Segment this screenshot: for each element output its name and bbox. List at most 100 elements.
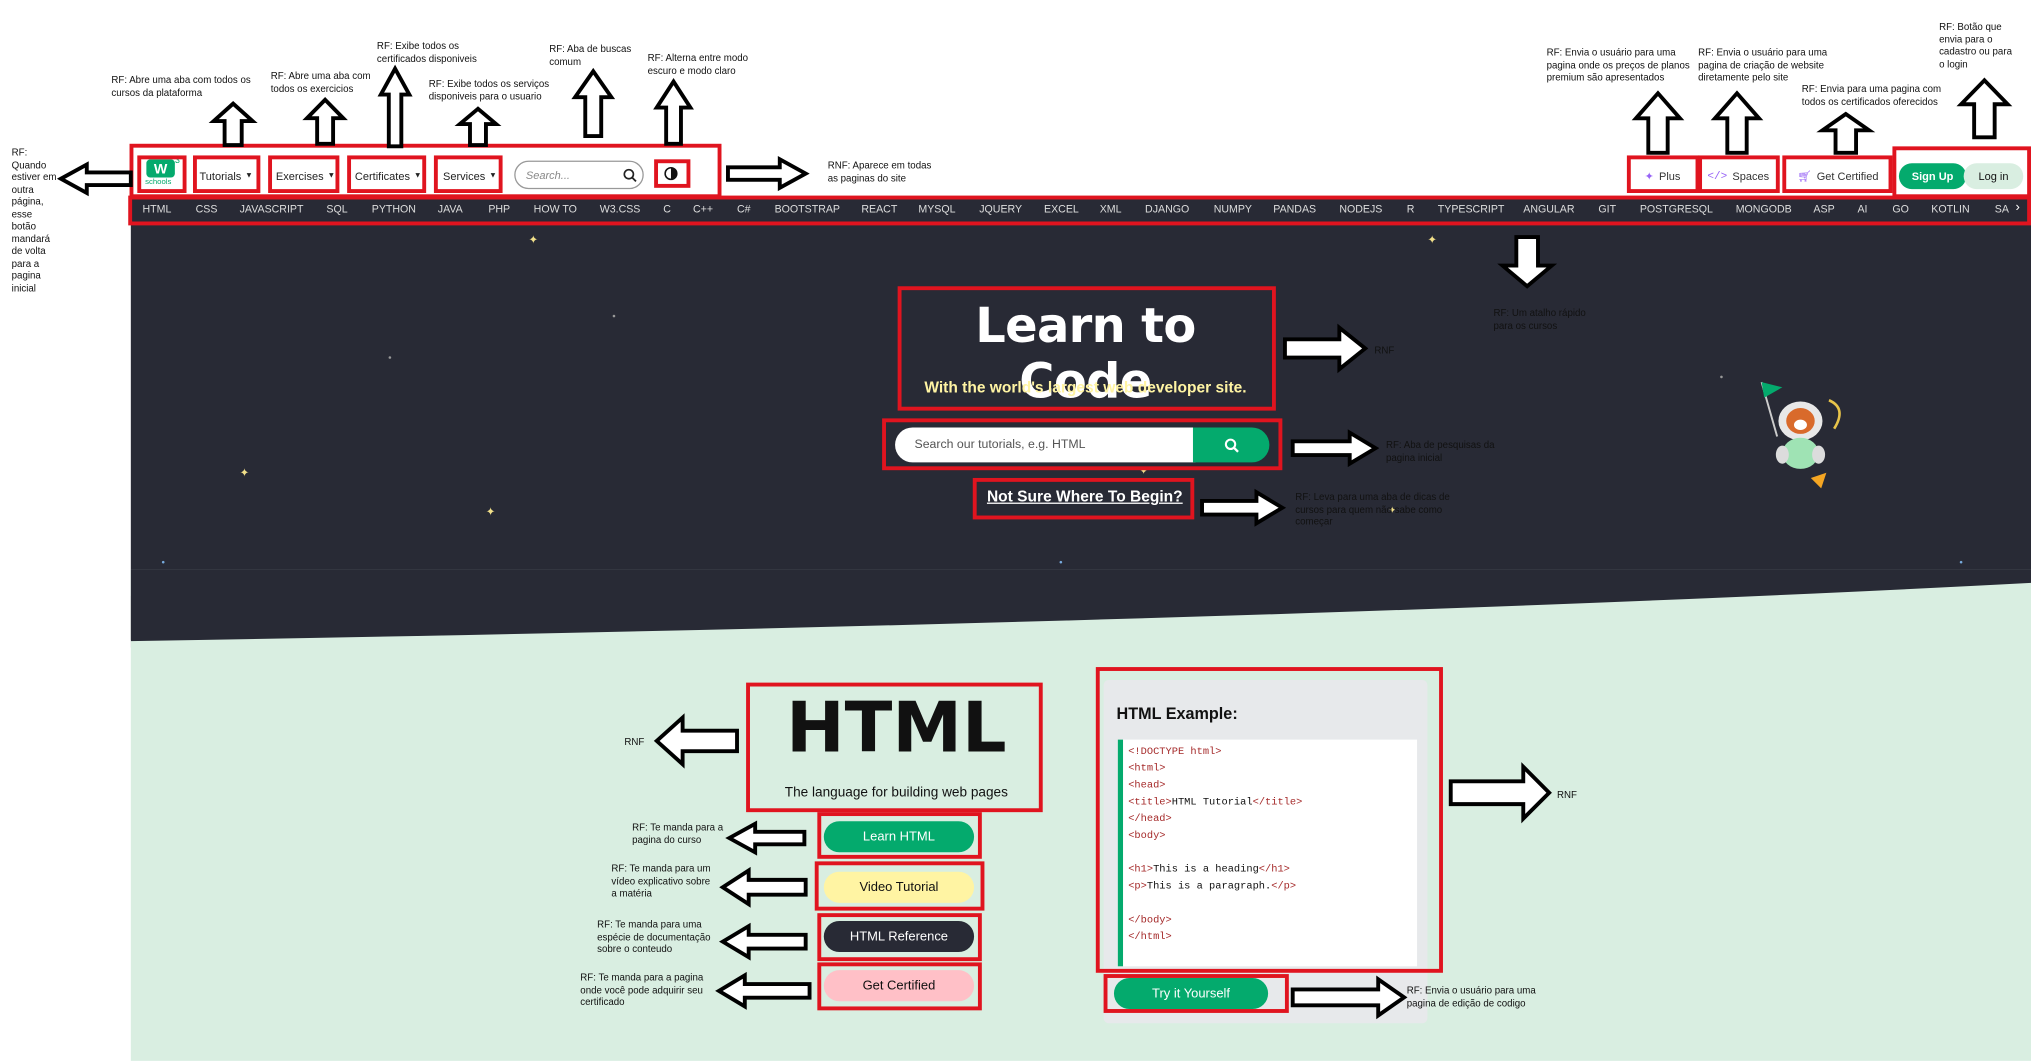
annotation-line: onde você pode adquirir seu — [580, 983, 703, 996]
annotation-line: outra — [11, 183, 34, 195]
annotation-line: botão — [11, 220, 36, 232]
annotation-line: espécie de documentação — [597, 930, 711, 943]
arrow-icon — [1200, 488, 1287, 527]
annotation-line: disponiveis para o usuario — [428, 90, 542, 102]
annotated-screenshot: ✦ ✦ ✦ ✦ ✦ ✦ W 3 schools Tutorials ▼ Exerc… — [0, 0, 2031, 1061]
annotation-line: RF: Botão que — [1939, 20, 2002, 33]
annotation-example-rnf: RNF — [1557, 789, 1577, 801]
annotation-try: RF: Envia o usuário para uma pagina de ed… — [1407, 984, 1536, 1009]
annotation-home: RF: Quando estiver em outra página, esse botão… — [12, 146, 57, 294]
arrow-icon — [725, 820, 807, 856]
annotation-line: esse — [11, 207, 33, 220]
star-dot — [388, 356, 392, 359]
annotation-line: certificados disponiveis — [376, 52, 477, 65]
arrow-icon — [653, 78, 694, 146]
annotation-line: cursos da plataforma — [111, 86, 203, 98]
annotation-line: RNF — [1556, 788, 1577, 801]
annotation-line: inicial — [11, 281, 36, 294]
annotation-line: RF: Envia o usuário para uma — [1406, 984, 1536, 997]
annotation-box-learn — [817, 812, 982, 859]
annotation-line: RF: Leva para uma aba de dicas de — [1295, 490, 1450, 503]
annotation-box-plus — [1626, 155, 1700, 193]
arrow-icon — [653, 713, 739, 769]
annotation-line: envia para o — [1939, 33, 1993, 45]
annotation-box-video — [814, 861, 985, 911]
annotation-line: escuro e modo claro — [647, 64, 736, 76]
annotation-line: diretamente pelo site — [1698, 71, 1789, 83]
annotation-box-services — [433, 155, 503, 193]
arrow-icon — [1631, 90, 1685, 155]
annotation-line: RF: Envia o usuário para uma — [1698, 46, 1828, 59]
annotation-line: RNF: Aparece em todas — [827, 159, 932, 171]
annotation-line: pagina do curso — [632, 833, 702, 846]
star-icon: ✦ — [485, 505, 496, 519]
star-icon: ✦ — [528, 233, 539, 247]
annotation-line: Quando — [11, 158, 47, 171]
annotation-box-not-sure — [972, 477, 1195, 520]
annotation-box-try — [1103, 974, 1289, 1013]
star-dot — [1059, 560, 1063, 564]
annotation-line: pagina inicial — [1385, 451, 1443, 464]
annotation-box-example — [1095, 667, 1443, 973]
annotation-line: RF: Te manda para uma — [597, 918, 702, 931]
annotation-line: mandará — [11, 232, 51, 245]
annotation-line: as paginas do site — [827, 171, 907, 184]
arrow-icon — [302, 96, 348, 146]
annotation-line: RF: Um atalho rápido — [1493, 306, 1586, 319]
annotation-line: comum — [549, 55, 582, 67]
arrow-icon — [715, 971, 812, 1010]
annotation-box-hero-title — [897, 286, 1276, 411]
annotation-box-subnav — [128, 195, 2031, 226]
annotation-services: RF: Exibe todos os serviços disponiveis p… — [429, 78, 549, 103]
annotation-topbar-rnf: RNF: Aparece em todas as paginas do site — [828, 159, 932, 184]
annotation-box-certified — [817, 962, 982, 1011]
annotation-line: RNF — [1374, 344, 1395, 357]
annotation-line: estiver em — [11, 170, 57, 183]
star-dot — [1959, 560, 1963, 564]
star-icon: ✦ — [1427, 233, 1438, 247]
annotation-certified: RF: Te manda para a pagina onde você pode… — [580, 971, 703, 1008]
arrow-icon — [1497, 235, 1558, 289]
annotation-line: o login — [1939, 57, 1968, 70]
arrow-icon — [1448, 762, 1552, 824]
annotation-box-get-certified — [1782, 155, 1893, 193]
annotation-search: RF: Aba de buscas comum — [549, 43, 631, 68]
annotation-spaces: RF: Envia o usuário para uma pagina de cr… — [1698, 47, 1827, 84]
wave-divider — [130, 569, 2031, 642]
annotation-line: começar — [1295, 515, 1333, 528]
annotation-box-theme — [654, 159, 691, 188]
annotation-line: pagina — [11, 269, 41, 282]
annotation-line: para os cursos — [1493, 319, 1558, 331]
arrow-icon — [377, 64, 413, 149]
annotation-line: sobre o conteudo — [597, 942, 673, 955]
annotation-line: RF: Envia o usuário para uma — [1546, 46, 1676, 59]
annotation-box-tutorials — [192, 155, 261, 193]
arrow-icon — [726, 156, 810, 192]
annotation-signup: RF: Botão que envia para o cadastro ou par… — [1939, 21, 2012, 70]
arrow-icon — [719, 866, 808, 908]
annotation-reference: RF: Te manda para uma espécie de document… — [597, 918, 710, 955]
annotation-line: certificado — [580, 996, 625, 1008]
annotation-video: RF: Te manda para um vídeo explicativo so… — [611, 863, 710, 900]
annotation-line: RF: — [11, 146, 28, 159]
annotation-line: pagina de edição de codigo — [1406, 996, 1526, 1009]
annotation-theme: RF: Alterna entre modo escuro e modo clar… — [648, 52, 748, 77]
annotation-line: a matéria — [611, 887, 652, 899]
annotation-line: para a — [11, 257, 40, 269]
annotation-line: vídeo explicativo sobre — [611, 874, 711, 887]
annotation-box-certificates — [347, 155, 427, 193]
arrow-icon — [1710, 90, 1764, 155]
astronaut-mascot-icon[interactable] — [1749, 369, 1853, 489]
annotation-line: cadastro ou para — [1939, 45, 2012, 57]
annotation-hero-rnf: RNF — [1374, 345, 1394, 357]
annotation-line: pagina de criação de website — [1698, 58, 1824, 71]
annotation-line: RF: Alterna entre modo — [647, 51, 749, 64]
star-icon: ✦ — [239, 466, 250, 480]
annotation-line: premium são apresentados — [1546, 71, 1665, 83]
annotation-box-logo — [137, 155, 187, 193]
annotation-line: todos os exercicios — [270, 82, 354, 94]
annotation-line: RF: Exibe todos os serviços — [428, 77, 550, 90]
arrow-icon — [1956, 77, 2013, 140]
annotation-line: RF: Te manda para um — [611, 862, 711, 875]
arrow-icon — [719, 922, 808, 961]
